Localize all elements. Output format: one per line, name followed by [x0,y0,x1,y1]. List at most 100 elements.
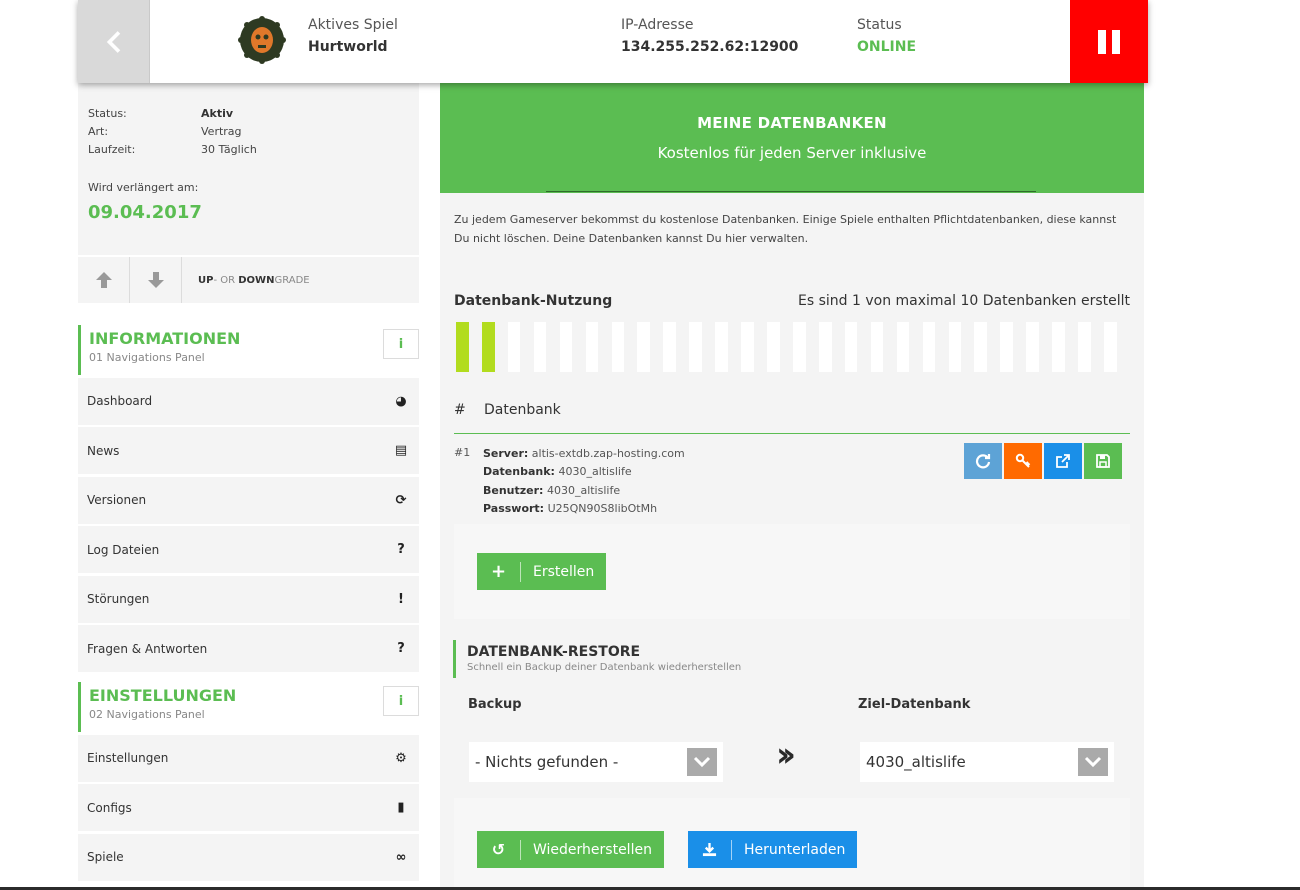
usage-bar-segment [456,322,469,372]
upgrade-downgrade-label[interactable]: UP- OR DOWNGRADE [182,275,310,286]
usage-bar-segment [792,322,806,372]
download-button[interactable]: Herunterladen [688,831,858,868]
section-title: INFORMATIONEN [89,329,241,348]
reset-password-button[interactable] [1004,443,1042,479]
pause-server-button[interactable] [1070,0,1148,83]
usage-bar-segment [507,322,521,372]
sidebar-item-einstellungen[interactable]: Einstellungen ⚙ [78,734,419,782]
sidebar-item-label: Fragen & Antworten [87,641,208,656]
ip-address: IP-Adresse 134.255.252.62:12900 [621,17,798,55]
db-label: Datenbank: [483,465,555,479]
column-database: Datenbank [484,402,561,418]
sidebar-item-label: Log Dateien [87,542,160,557]
active-game: Aktives Spiel Hurtworld [308,17,398,55]
server-label: Server: [483,447,529,460]
usage-bar-segment [637,322,651,372]
usage-bar-segment [870,322,884,372]
grade-text: GRADE [274,274,310,286]
usage-bar-segment [741,322,754,372]
open-external-button[interactable] [1044,443,1082,479]
pause-icon [1098,29,1106,54]
usage-bar-segment [533,322,547,372]
database-details: Server: altis-extdb.zap-hosting.com Date… [483,445,685,518]
table-row: #1 Server: altis-extdb.zap-hosting.com D… [454,434,1130,524]
upgrade-button[interactable] [78,257,130,303]
sidebar-item-label: Versionen [87,493,147,507]
usage-bar-segment [663,322,676,372]
create-area: + Erstellen [454,524,1130,619]
target-db-select[interactable]: 4030_altislife [860,742,1114,782]
arrow-down-icon [147,272,164,288]
sidebar-item-faq[interactable]: Fragen & Antworten? [78,625,419,672]
gamepad-icon: ∞ [395,849,407,865]
exclamation-icon: ! [398,591,404,607]
reload-database-button[interactable] [964,443,1002,479]
usage-bar-segment [1104,322,1117,372]
database-actions [962,443,1122,479]
usage-bar-segment [1052,322,1065,372]
sidebar-item-label: Einstellungen [87,751,169,765]
server-value: altis-extdb.zap-hosting.com [531,447,685,460]
info-icon[interactable]: i [383,329,419,359]
restore-section-header: DATENBANK-RESTORE Schnell ein Backup dei… [453,640,1130,678]
restore-button-label: Wiederherstellen [533,841,652,858]
sidebar-item-label: News [87,443,120,458]
download-button-label: Herunterladen [744,841,846,858]
back-button[interactable] [78,0,150,83]
ip-value: 134.255.252.62:12900 [621,39,799,55]
user-value: 4030_altislife [546,483,621,497]
info-key: Art: [88,125,109,138]
database-table-header: # Datenbank [454,402,1130,434]
target-db-label: Ziel-Datenbank [858,697,971,712]
usage-bar-segment [559,322,573,372]
downgrade-button[interactable] [130,257,182,303]
page-subtitle: Kostenlos für jeden Server inklusive [657,144,927,162]
renew-label: Wird verlängert am: [88,181,199,194]
section-subtitle: 02 Navigations Panel [89,708,205,721]
usage-text: Es sind 1 von maximal 10 Datenbanken ers… [798,293,1130,309]
info-icon[interactable]: i [383,686,419,716]
sidebar-item-stoerungen[interactable]: Störungen! [78,575,419,623]
page-title: MEINE DATENBANKEN [697,114,887,132]
sidebar-item-dashboard[interactable]: Dashboard ◕ [78,377,419,425]
info-row-type: Art: Vertrag [88,123,409,141]
sidebar-item-news[interactable]: News ▤ [78,427,419,474]
section-title: EINSTELLUNGEN [89,686,237,705]
info-value: Aktiv [201,107,234,120]
sidebar-item-configs[interactable]: Configs ▮ [78,784,419,831]
status-badge: ONLINE [857,39,917,55]
top-header: Aktives Spiel Hurtworld IP-Adresse 134.2… [78,0,1148,83]
active-game-label: Aktives Spiel [308,17,398,33]
usage-bar-segment [611,322,625,372]
renew-date: 09.04.2017 [88,202,202,223]
usage-bar-segment [974,322,988,372]
info-key: Laufzeit: [88,143,136,156]
restore-labels: Backup Ziel-Datenbank [440,678,1144,714]
double-chevron-right-icon: ›› [776,735,796,775]
main-content: MEINE DATENBANKEN Kostenlos für jeden Se… [440,83,1144,890]
or-text: - OR [213,274,239,286]
restore-button[interactable]: ↺ Wiederherstellen [477,831,664,868]
sidebar-item-log-dateien[interactable]: Log Dateien? [78,526,419,573]
db-name-line: Datenbank: 4030_altislife [483,463,685,481]
section-einstellungen: EINSTELLUNGEN 02 Navigations Panel i [78,682,419,732]
info-row-status: Status: Aktiv [88,105,409,123]
pass-label: Passwort: [483,501,545,515]
usage-header: Datenbank-Nutzung Es sind 1 von maximal … [454,293,1130,309]
sidebar-item-label: Configs [87,800,132,815]
chevron-left-icon [106,30,120,53]
contract-info: Status: Aktiv Art: Vertrag Laufzeit: 30 … [78,83,419,255]
sidebar-item-versionen[interactable]: Versionen ⟳ [78,476,419,524]
backup-select[interactable]: - Nichts gefunden - [469,742,723,782]
save-database-button[interactable] [1084,443,1122,479]
create-database-button[interactable]: + Erstellen [477,553,607,590]
key-icon [1015,453,1031,468]
save-icon [1096,454,1110,468]
restore-title: DATENBANK-RESTORE [467,644,641,660]
backup-select-value: - Nichts gefunden - [475,753,619,771]
db-user-line: Benutzer: 4030_altislife [483,482,685,500]
status-label: Status [857,17,902,33]
usage-bar-segment [896,322,910,372]
sidebar-item-spiele[interactable]: Spiele ∞ [78,833,419,881]
refresh-icon: ⟳ [395,492,407,508]
